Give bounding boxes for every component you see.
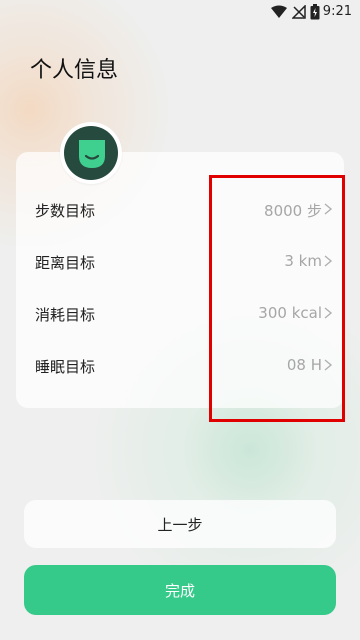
previous-step-button[interactable]: 上一步 [24, 500, 336, 548]
status-bar: 9:21 [0, 0, 360, 24]
battery-icon [310, 4, 320, 20]
avatar-image [64, 126, 118, 180]
signal-icon [292, 5, 306, 19]
goal-label: 消耗目标 [35, 306, 96, 324]
goal-label: 睡眠目标 [35, 358, 96, 376]
wifi-icon [271, 5, 287, 18]
goal-label: 距离目标 [35, 254, 96, 272]
avatar[interactable] [60, 122, 122, 184]
page-title: 个人信息 [30, 58, 119, 83]
leaf-logo-icon [79, 140, 105, 168]
goal-label: 步数目标 [35, 202, 96, 220]
highlight-box [209, 175, 345, 422]
status-time: 9:21 [322, 4, 352, 19]
done-button[interactable]: 完成 [24, 565, 336, 615]
